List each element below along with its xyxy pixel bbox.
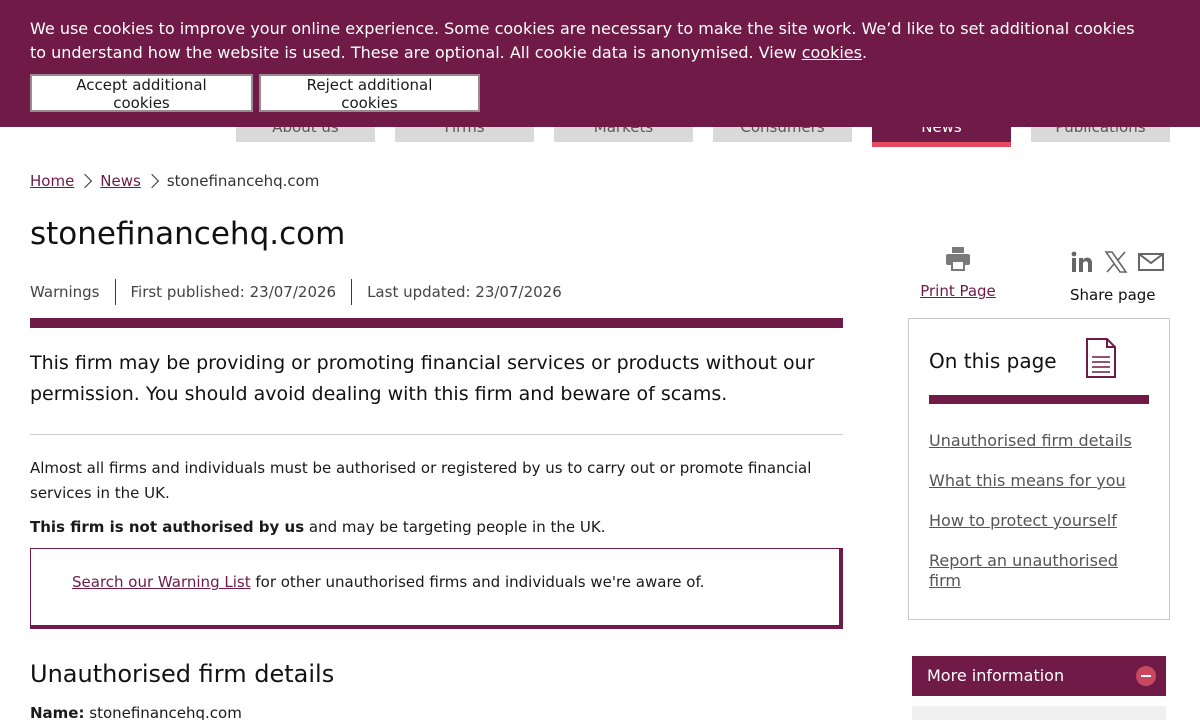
cookie-banner: We use cookies to improve your online ex…	[0, 0, 1200, 127]
last-updated: Last updated: 23/07/2026	[367, 283, 562, 301]
meta-separator	[351, 279, 353, 305]
linkedin-icon[interactable]	[1070, 250, 1094, 274]
breadcrumb-home[interactable]: Home	[30, 172, 74, 190]
content-type: Warnings	[30, 283, 100, 301]
print-page-label[interactable]: Print Page	[920, 282, 996, 300]
more-information-content	[912, 706, 1166, 720]
breadcrumb: Home News stonefinancehq.com	[30, 172, 319, 190]
print-page[interactable]: Print Page	[920, 246, 996, 300]
more-information-toggle[interactable]: More information	[912, 656, 1166, 696]
otp-link-report-unauthorised[interactable]: Report an unauthorised firm	[929, 551, 1149, 591]
warning-list-callout: Search our Warning List for other unauth…	[30, 548, 843, 629]
title-divider-bar	[30, 318, 843, 328]
otp-link-unauthorised-firm-details[interactable]: Unauthorised firm details	[929, 431, 1149, 451]
otp-link-how-to-protect[interactable]: How to protect yourself	[929, 511, 1149, 531]
section-title: Unauthorised firm details	[30, 660, 335, 688]
more-information-label: More information	[927, 666, 1065, 685]
cookies-link[interactable]: cookies	[802, 43, 862, 62]
breadcrumb-news[interactable]: News	[100, 172, 141, 190]
collapse-minus-icon	[1136, 666, 1156, 686]
warning-list-link[interactable]: Search our Warning List	[72, 573, 251, 591]
printer-icon	[946, 247, 970, 271]
document-icon	[1086, 338, 1116, 378]
on-this-page-panel: On this page Unauthorised firm details W…	[908, 318, 1170, 620]
on-this-page-title: On this page	[929, 349, 1057, 373]
authorisation-paragraph: Almost all firms and individuals must be…	[30, 459, 812, 502]
page-meta: Warnings First published: 23/07/2026 Las…	[30, 279, 562, 305]
firm-name-row: Name: stonefinancehq.com	[30, 704, 242, 720]
first-published: First published: 23/07/2026	[130, 283, 337, 301]
cookie-message: We use cookies to improve your online ex…	[30, 19, 1135, 62]
not-authorised-paragraph: This firm is not authorised by us and ma…	[30, 518, 606, 536]
meta-separator	[114, 279, 116, 305]
chevron-right-icon	[78, 173, 93, 189]
share-page-label: Share page	[1070, 286, 1156, 304]
on-this-page-bar	[929, 395, 1149, 404]
otp-link-what-this-means[interactable]: What this means for you	[929, 471, 1149, 491]
accept-cookies-button[interactable]: Accept additional cookies	[30, 74, 253, 112]
x-icon[interactable]	[1104, 250, 1128, 274]
email-icon[interactable]	[1138, 251, 1164, 273]
warning-lead: This firm may be providing or promoting …	[30, 352, 815, 405]
share-page: Share page	[1070, 246, 1170, 304]
breadcrumb-current: stonefinancehq.com	[166, 172, 320, 190]
chevron-right-icon	[144, 173, 159, 189]
page-title: stonefinancehq.com	[30, 216, 346, 252]
divider	[30, 434, 843, 435]
reject-cookies-button[interactable]: Reject additional cookies	[259, 74, 480, 112]
